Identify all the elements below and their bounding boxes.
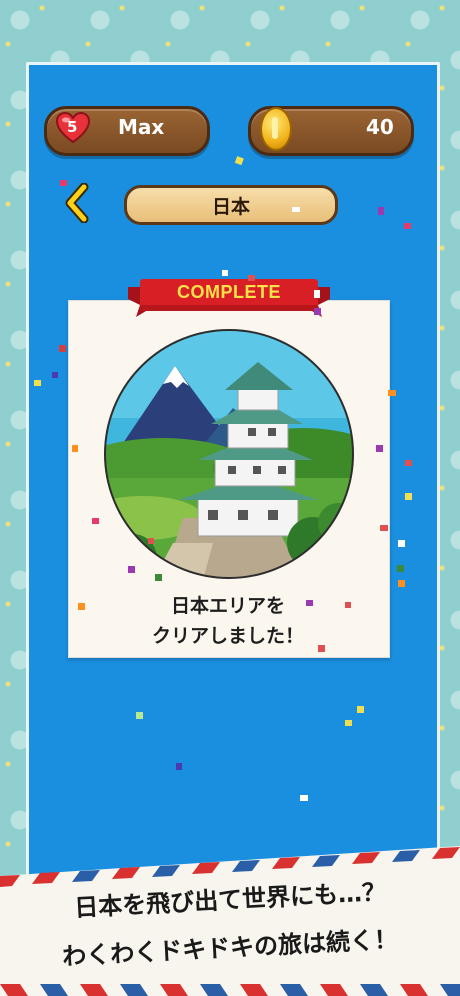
confetti (34, 156, 412, 801)
